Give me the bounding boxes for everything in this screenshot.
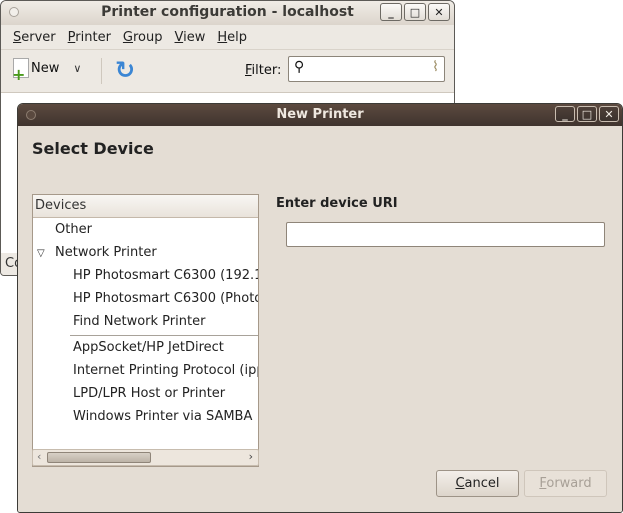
menu-mnemonic: V [174, 29, 184, 45]
devices-list: Other ▽ Network Printer HP Photosmart C63… [33, 218, 258, 428]
new-button[interactable]: + New ∨ [12, 58, 81, 83]
device-item[interactable]: Find Network Printer [33, 310, 258, 333]
cancel-button[interactable]: Cancel [436, 470, 519, 497]
device-uri-input[interactable] [286, 222, 605, 247]
device-label: Windows Printer via SAMBA [73, 409, 253, 424]
menu-bar: Server Printer Group View Help [1, 25, 454, 49]
uri-label: Enter device URI [276, 196, 398, 211]
filter-label-text: ilter: [251, 63, 282, 78]
expander-triangle-icon[interactable]: ▽ [37, 242, 55, 265]
device-label: Network Printer [55, 245, 157, 260]
title-bar: Printer configuration - localhost _ □ ✕ [1, 1, 454, 25]
minimize-button[interactable]: _ [555, 106, 575, 122]
minimize-button[interactable]: _ [380, 3, 402, 21]
devices-tree[interactable]: Devices Other ▽ Network Printer HP Photos… [32, 194, 259, 467]
device-label: HP Photosmart C6300 (192.1 [73, 268, 258, 283]
menu-label: rinter [75, 29, 111, 45]
forward-button[interactable]: Forward [524, 470, 607, 497]
device-label: Find Network Printer [73, 314, 206, 329]
toolbar: + New ∨ ↻ Filter: ⚲ ⌇ [1, 49, 454, 92]
maximize-button[interactable]: □ [577, 106, 597, 122]
device-label: Internet Printing Protocol (ipp [73, 363, 258, 378]
dialog-title-bar: New Printer _ □ ✕ [18, 104, 622, 126]
clear-broom-icon[interactable]: ⌇ [432, 59, 439, 75]
menu-label: roup [133, 29, 163, 45]
forward-label: orward [546, 476, 592, 491]
new-label: New [31, 60, 60, 76]
device-item[interactable]: HP Photosmart C6300 (Photo [33, 287, 258, 310]
menu-label: iew [183, 29, 206, 45]
maximize-button[interactable]: □ [404, 3, 426, 21]
page-heading: Select Device [32, 139, 154, 158]
close-button[interactable]: ✕ [428, 3, 450, 21]
cancel-label: ancel [464, 476, 500, 491]
menu-printer[interactable]: Printer [62, 30, 117, 45]
menu-label: elp [227, 29, 248, 45]
menu-server[interactable]: Server [7, 30, 62, 45]
filter-label: Filter: [245, 63, 281, 78]
device-item[interactable]: Windows Printer via SAMBA [33, 405, 258, 428]
horizontal-scrollbar[interactable]: ‹ › [32, 449, 259, 466]
dialog-body: Select Device Devices Other ▽ Network Pri… [18, 126, 622, 512]
device-item-network-printer[interactable]: ▽ Network Printer [33, 241, 258, 264]
toolbar-separator [101, 58, 102, 84]
device-label: Other [55, 222, 92, 237]
search-icon: ⚲ [294, 59, 305, 75]
close-button[interactable]: ✕ [599, 106, 619, 122]
device-label: HP Photosmart C6300 (Photo [73, 291, 258, 306]
device-item[interactable]: LPD/LPR Host or Printer [33, 382, 258, 405]
menu-help[interactable]: Help [211, 30, 253, 45]
refresh-icon[interactable]: ↻ [115, 58, 137, 82]
cancel-mnemonic: C [455, 476, 465, 491]
scrollbar-thumb[interactable] [47, 452, 151, 463]
new-printer-dialog: New Printer _ □ ✕ Select Device Devices … [17, 103, 623, 513]
menu-view[interactable]: View [169, 30, 212, 45]
new-document-icon: + [12, 58, 29, 83]
scroll-right-icon[interactable]: › [249, 450, 253, 463]
device-item[interactable]: Internet Printing Protocol (ipp [33, 359, 258, 382]
dialog-title: New Printer [276, 107, 364, 122]
device-item[interactable]: AppSocket/HP JetDirect [33, 336, 258, 359]
devices-column-header[interactable]: Devices [33, 195, 258, 218]
menu-mnemonic: G [122, 29, 133, 45]
device-item[interactable]: HP Photosmart C6300 (192.1 [33, 264, 258, 287]
device-label: LPD/LPR Host or Printer [73, 386, 226, 401]
chevron-down-icon[interactable]: ∨ [73, 62, 81, 75]
menu-mnemonic: H [217, 29, 228, 45]
filter-input[interactable]: ⚲ ⌇ [288, 56, 445, 82]
scroll-left-icon[interactable]: ‹ [37, 450, 41, 463]
menu-group[interactable]: Group [117, 30, 169, 45]
menu-label: erver [21, 29, 56, 45]
device-label: AppSocket/HP JetDirect [73, 340, 224, 355]
device-item-other[interactable]: Other [33, 218, 258, 241]
